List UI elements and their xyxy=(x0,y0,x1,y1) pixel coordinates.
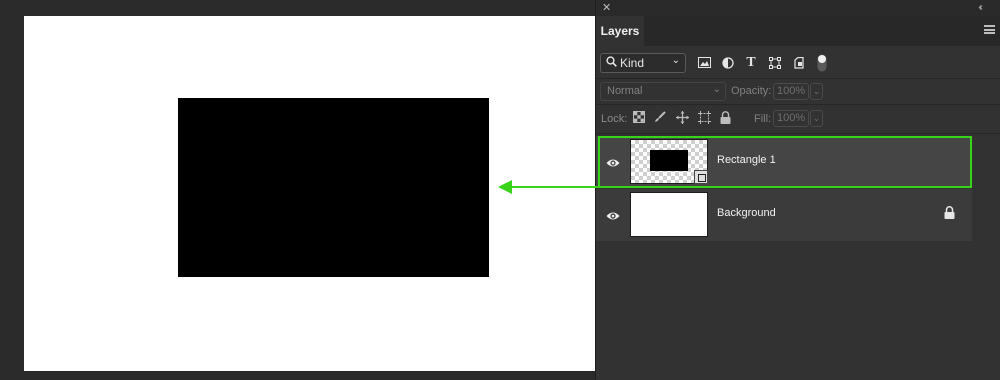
lock-artboard-icon[interactable] xyxy=(697,111,711,125)
filter-toggle-icon[interactable] xyxy=(814,54,830,72)
collapse-icon[interactable]: ‹‹ xyxy=(978,1,982,15)
chevron-down-icon[interactable]: ⌄ xyxy=(810,110,823,127)
opacity-input[interactable]: 100% xyxy=(773,83,809,100)
smart-object-filter-icon[interactable] xyxy=(791,54,807,72)
document-canvas-area xyxy=(0,0,595,380)
tab-layers[interactable]: Layers xyxy=(596,16,644,46)
type-filter-icon[interactable]: T xyxy=(743,54,759,72)
document-canvas[interactable] xyxy=(24,16,595,371)
close-icon[interactable]: ✕ xyxy=(602,1,611,15)
kind-filter-select[interactable]: Kind ⌄ xyxy=(600,53,686,73)
lock-all-icon[interactable] xyxy=(718,111,732,125)
lock-label: Lock: xyxy=(601,113,628,125)
layer-name[interactable]: Background xyxy=(717,207,776,219)
blend-mode-value: Normal xyxy=(607,85,643,97)
lock-row: Lock: Fill: 100% ⌄ xyxy=(596,104,1000,134)
fill-input[interactable]: 100% xyxy=(773,110,809,127)
lock-image-pixels-icon[interactable] xyxy=(653,111,667,125)
opacity-label: Opacity: xyxy=(731,85,772,97)
lock-transparent-pixels-icon[interactable] xyxy=(632,111,646,125)
panel-header-strip: ✕ ‹‹ xyxy=(596,0,1000,16)
adjustment-filter-icon[interactable] xyxy=(720,54,736,72)
layers-panel: ✕ ‹‹ Layers Kind ⌄ T Normal ⌄ Opacity: 1… xyxy=(595,0,1000,380)
chevron-down-icon: ⌄ xyxy=(671,55,680,66)
blend-mode-select[interactable]: Normal ⌄ xyxy=(600,82,726,101)
lock-position-icon[interactable] xyxy=(675,111,689,125)
search-icon xyxy=(606,56,617,70)
fill-label: Fill: xyxy=(754,113,772,125)
rectangle-shape[interactable] xyxy=(178,98,489,277)
layer-row-background[interactable]: Background xyxy=(596,189,972,241)
eye-icon[interactable] xyxy=(606,209,620,221)
panel-tab-bar: Layers xyxy=(596,16,1000,46)
filter-row: Kind ⌄ T xyxy=(596,48,1000,78)
chevron-down-icon[interactable]: ⌄ xyxy=(810,83,823,100)
blend-row: Normal ⌄ Opacity: 100% ⌄ xyxy=(596,78,1000,105)
shape-filter-icon[interactable] xyxy=(767,54,783,72)
selected-layer-highlight xyxy=(598,136,972,188)
lock-icon[interactable] xyxy=(944,206,958,222)
layer-thumbnail xyxy=(630,192,708,237)
hamburger-icon[interactable] xyxy=(984,25,995,34)
chevron-down-icon: ⌄ xyxy=(712,84,721,95)
kind-label: Kind xyxy=(620,56,645,70)
image-filter-icon[interactable] xyxy=(696,54,712,72)
